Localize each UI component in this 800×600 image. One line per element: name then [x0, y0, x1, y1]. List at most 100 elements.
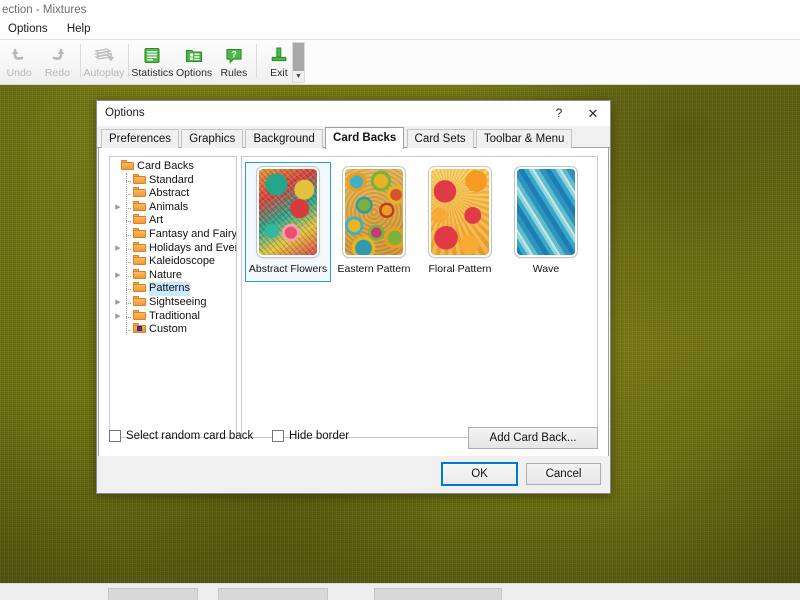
toolbar-button-rules[interactable]: ? Rules	[215, 40, 253, 84]
tab-card-backs[interactable]: Card Backs	[325, 127, 405, 149]
tree-item-label: Sightseeing	[149, 295, 207, 308]
cancel-button[interactable]: Cancel	[526, 463, 601, 485]
taskbar-item[interactable]	[374, 588, 502, 600]
toolbar: Undo Redo Autoplay Statistics Options ? …	[0, 39, 800, 85]
dialog-footer: OK Cancel	[97, 456, 610, 493]
toolbar-button-redo[interactable]: Redo	[38, 40, 76, 84]
tree-item-nature[interactable]: ▶ Nature	[113, 268, 236, 283]
toolbar-empty-area	[298, 40, 800, 84]
tab-card-sets[interactable]: Card Sets	[406, 129, 474, 149]
card-back-list-panel[interactable]: Abstract Flowers Eastern Pattern Floral …	[241, 156, 598, 438]
toolbar-label-rules: Rules	[220, 67, 248, 79]
taskbar-item[interactable]	[218, 588, 328, 600]
toolbar-buttons: Undo Redo Autoplay Statistics Options ? …	[0, 40, 298, 84]
add-card-back-button[interactable]: Add Card Back...	[468, 427, 598, 449]
toolbar-scrollbar[interactable]: ▼	[292, 42, 305, 83]
folder-icon	[121, 160, 134, 170]
window-titlebar: ection - Mixtures	[0, 0, 800, 20]
toolbar-button-autoplay[interactable]: Autoplay	[83, 40, 124, 84]
tab-preferences[interactable]: Preferences	[101, 129, 180, 149]
tree-item-custom[interactable]: Custom	[113, 323, 236, 337]
menu-item-help[interactable]: Help	[59, 20, 99, 39]
tree-item-label: Card Backs	[137, 160, 194, 172]
dialog-tabstrip: Preferences Graphics Background Card Bac…	[97, 127, 610, 169]
tree-item-card-backs[interactable]: Card Backs	[113, 160, 236, 174]
tab-toolbar-menu[interactable]: Toolbar & Menu	[475, 129, 573, 149]
tree-item-label: Traditional	[149, 309, 200, 322]
toolbar-separator-2	[127, 44, 129, 78]
options-folder-icon	[184, 44, 204, 66]
chevron-right-icon[interactable]: ▶	[113, 310, 123, 324]
checkbox-label: Hide border	[289, 430, 350, 442]
options-dialog: Options ? ✕ Preferences Graphics Backgro…	[96, 100, 611, 494]
custom-folder-icon	[133, 323, 146, 334]
tree-item-art[interactable]: Art	[113, 214, 236, 228]
card-back-item-abstract-flowers[interactable]: Abstract Flowers	[245, 162, 331, 282]
help-button[interactable]: ?	[544, 101, 574, 126]
close-icon[interactable]: ✕	[578, 101, 608, 126]
tree-item-label: Holidays and Events	[149, 241, 236, 254]
card-back-category-tree[interactable]: Card Backs Standard Abstract ▶ Animals A…	[109, 156, 237, 438]
folder-icon	[133, 268, 146, 279]
toolbar-button-statistics[interactable]: Statistics	[131, 40, 173, 84]
card-back-item-wave[interactable]: Wave	[503, 162, 589, 282]
tree-item-standard[interactable]: Standard	[113, 173, 236, 188]
dialog-title: Options	[105, 107, 145, 119]
checkbox-box[interactable]	[109, 430, 121, 442]
tree-item-label: Animals	[149, 200, 189, 213]
checkbox-box[interactable]	[272, 430, 284, 442]
toolbar-label-statistics: Statistics	[131, 67, 174, 79]
tree-item-kaleidoscope[interactable]: Kaleidoscope	[113, 255, 236, 269]
card-back-label: Floral Pattern	[428, 263, 492, 275]
toolbar-button-undo[interactable]: Undo	[0, 40, 38, 84]
chevron-down-icon[interactable]: ▼	[293, 71, 304, 82]
tree-item-label: Art	[149, 214, 164, 227]
rules-question-icon: ?	[224, 44, 244, 66]
tree-item-animals[interactable]: ▶ Animals	[113, 200, 236, 215]
tree-item-fantasy-and-fairy-tales[interactable]: Fantasy and Fairy Tales	[113, 227, 237, 242]
chevron-right-icon[interactable]: ▶	[113, 201, 123, 215]
menu-bar: Options Help	[0, 20, 800, 39]
card-back-item-floral-pattern[interactable]: Floral Pattern	[417, 162, 503, 282]
tree-item-traditional[interactable]: ▶ Traditional	[113, 309, 236, 324]
chevron-right-icon[interactable]: ▶	[113, 242, 123, 256]
toolbar-label-exit: Exit	[270, 67, 288, 79]
toolbar-label-autoplay: Autoplay	[83, 67, 125, 79]
taskbar[interactable]	[0, 583, 800, 600]
chevron-right-icon[interactable]: ▶	[113, 296, 123, 310]
tree-item-abstract[interactable]: Abstract	[113, 187, 236, 201]
folder-icon	[133, 200, 146, 211]
card-back-label: Abstract Flowers	[248, 263, 328, 275]
card-back-label: Eastern Pattern	[337, 263, 411, 275]
tree-item-label: Standard	[149, 173, 194, 186]
tab-background[interactable]: Background	[245, 129, 323, 149]
checkbox-hide-border[interactable]: Hide border	[272, 430, 349, 442]
chevron-right-icon[interactable]: ▶	[113, 269, 123, 283]
toolbar-label-undo: Undo	[6, 67, 32, 79]
undo-arrow-icon	[9, 44, 29, 66]
folder-icon	[133, 214, 146, 225]
tree-item-label: Abstract	[149, 187, 190, 200]
folder-icon	[133, 282, 146, 293]
menu-item-options[interactable]: Options	[0, 20, 56, 39]
toolbar-button-options[interactable]: Options	[173, 40, 214, 84]
tree-item-sightseeing[interactable]: ▶ Sightseeing	[113, 295, 236, 310]
toolbar-separator-3	[256, 44, 257, 78]
taskbar-item[interactable]	[108, 588, 198, 600]
redo-arrow-icon	[47, 44, 67, 66]
toolbar-separator-1	[79, 44, 81, 78]
tree-item-patterns[interactable]: Patterns	[113, 282, 236, 296]
toolbar-scrollbar-thumb[interactable]	[293, 43, 304, 71]
folder-icon	[133, 187, 146, 198]
statistics-icon	[142, 44, 162, 66]
folder-icon	[133, 227, 146, 238]
tree-item-label: Fantasy and Fairy Tales	[149, 227, 237, 240]
tree-item-holidays-and-events[interactable]: ▶ Holidays and Events	[113, 241, 236, 256]
ok-button[interactable]: OK	[441, 462, 518, 486]
card-back-item-eastern-pattern[interactable]: Eastern Pattern	[331, 162, 417, 282]
exit-door-icon	[269, 44, 289, 66]
checkbox-select-random-card-back[interactable]: Select random card back	[109, 430, 253, 442]
folder-icon	[133, 295, 146, 306]
tab-graphics[interactable]: Graphics	[181, 129, 244, 149]
toolbar-label-options: Options	[175, 67, 213, 79]
